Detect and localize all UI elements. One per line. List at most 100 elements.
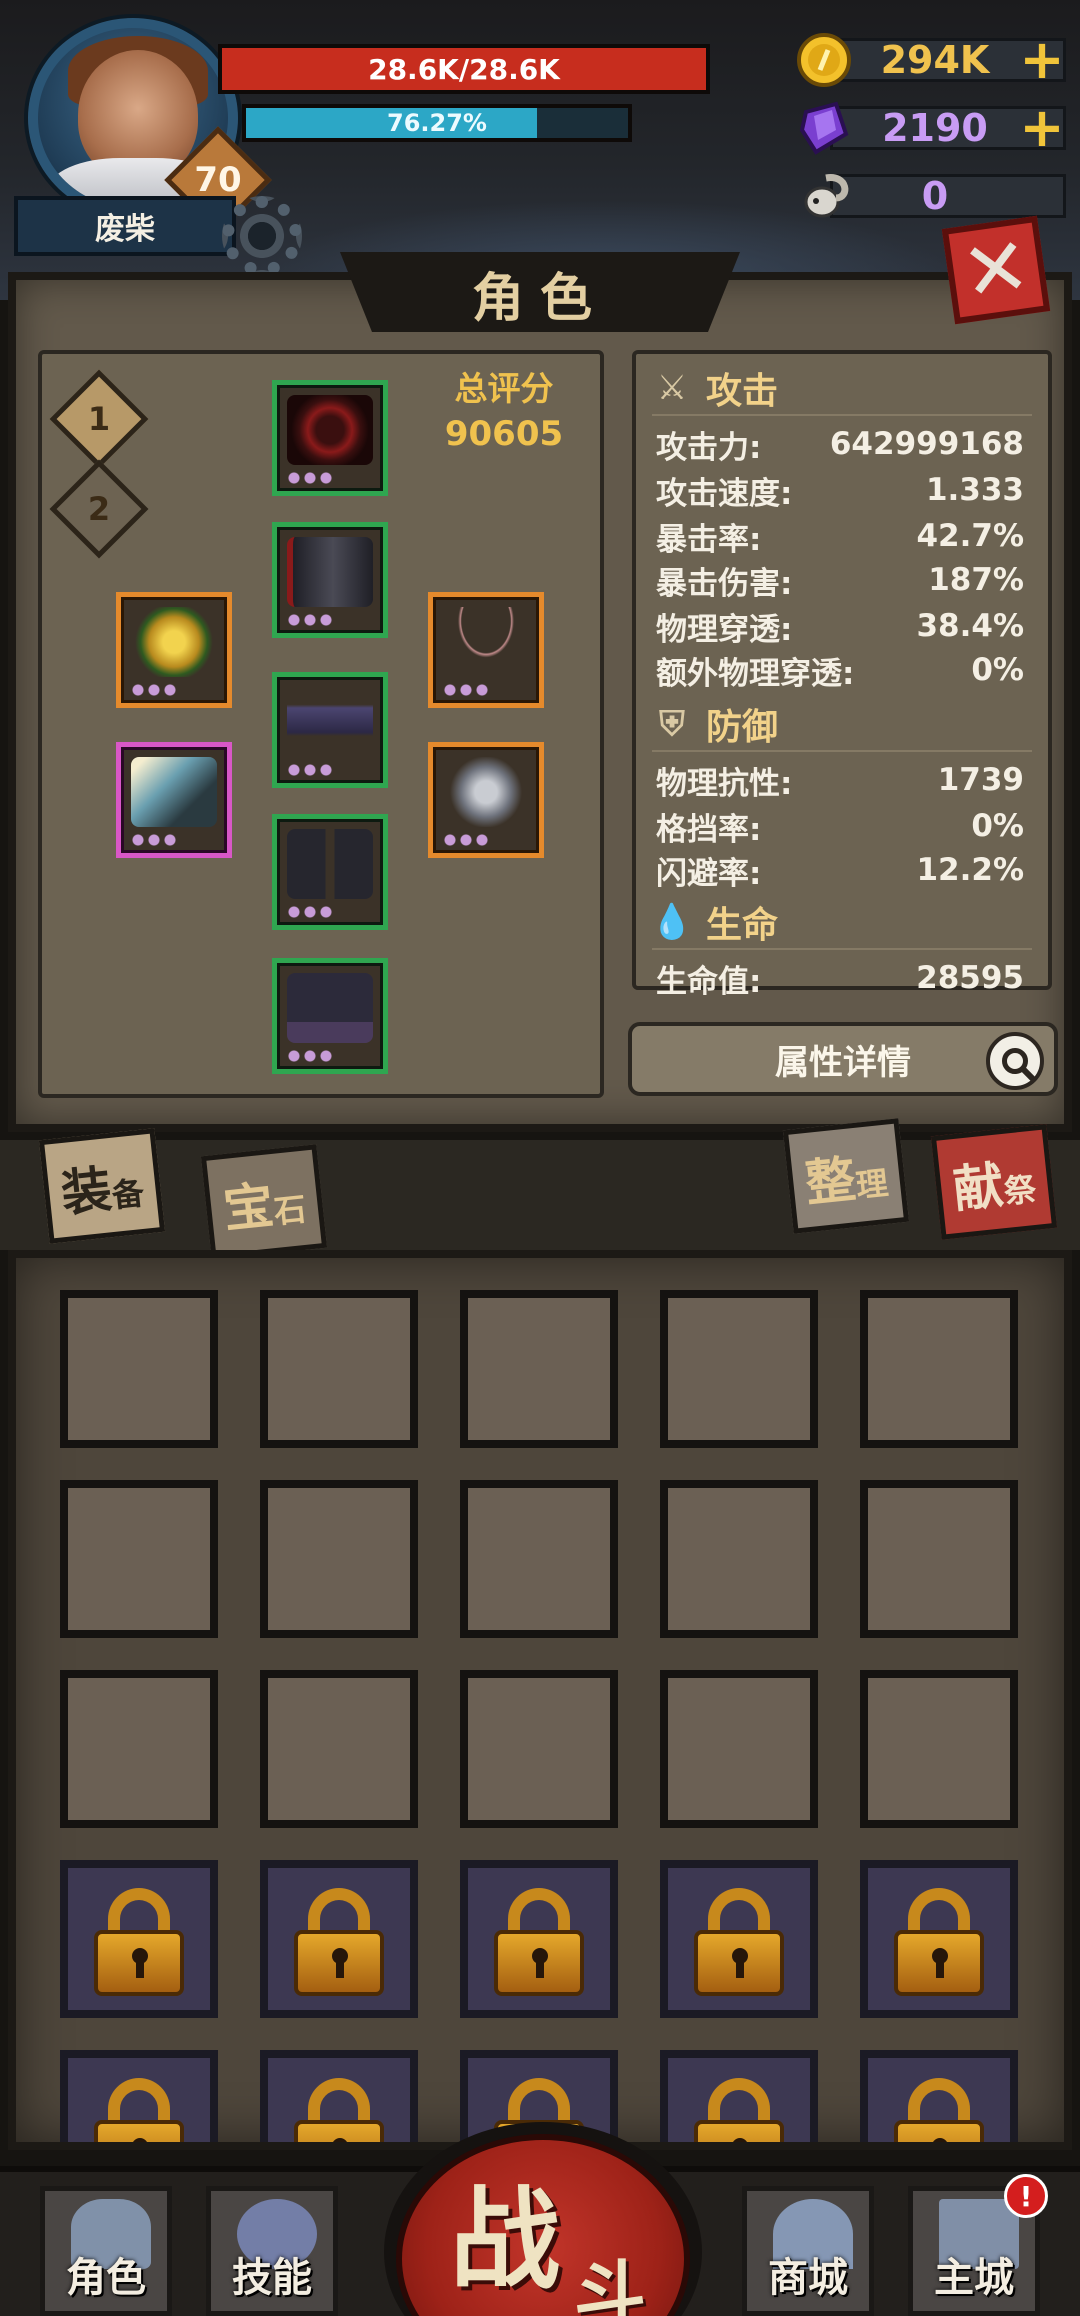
shield-icon: ⛨ [659, 704, 685, 744]
attack-section-header: ⚔ 攻击 [652, 362, 1032, 416]
boots-slot[interactable] [272, 958, 388, 1074]
dark-pants-item [287, 829, 373, 899]
inventory-slot[interactable] [460, 1290, 618, 1448]
xp-bar: 76.27% [242, 104, 632, 142]
magnifier-icon [986, 1032, 1044, 1090]
bead-necklace-item [443, 607, 529, 677]
tab-gems[interactable]: 宝石 [200, 1144, 328, 1260]
locked-inventory-slot[interactable] [60, 2050, 218, 2142]
stat-row: 攻击速度: 1.333 [656, 472, 1024, 512]
total-score-value: 90605 [444, 414, 564, 454]
inventory-slot[interactable] [660, 1290, 818, 1448]
stat-row: 额外物理穿透: 0% [656, 652, 1024, 692]
gold-amount: 294K [880, 38, 990, 82]
locked-inventory-slot[interactable] [260, 1860, 418, 2018]
padlock-icon [894, 1888, 984, 1998]
stat-row: 生命值: 28595 [656, 960, 1024, 1000]
crystal-amount: 2190 [882, 106, 988, 150]
player-name: 废柴 [14, 196, 236, 256]
inventory-tab-bar [0, 1140, 1080, 1250]
weapon-slot[interactable] [116, 742, 232, 858]
add-crystal-button[interactable]: + [1018, 101, 1066, 155]
nav-character[interactable]: 角色 [40, 2186, 172, 2316]
inventory-slot[interactable] [660, 1670, 818, 1828]
inventory-slot[interactable] [860, 1480, 1018, 1638]
stat-row: 暴击伤害: 187% [656, 562, 1024, 602]
sunflower-item [131, 607, 217, 677]
inventory-slot[interactable] [860, 1670, 1018, 1828]
inventory-slot[interactable] [260, 1290, 418, 1448]
inventory-slot[interactable] [460, 1670, 618, 1828]
necklace-slot[interactable] [428, 592, 544, 708]
stat-row: 格挡率: 0% [656, 808, 1024, 848]
attribute-details-button[interactable]: 属性详情 [628, 1022, 1058, 1096]
gloves-slot[interactable] [428, 742, 544, 858]
nav-shop[interactable]: 商城 [742, 2186, 874, 2316]
tab-equipment[interactable]: 装备 [38, 1128, 166, 1244]
stat-row: 物理抗性: 1739 [656, 762, 1024, 802]
belt-item [287, 687, 373, 757]
close-button[interactable]: ✕ [941, 215, 1051, 325]
crystal-currency: 2190 + [790, 100, 1080, 156]
amulet-left-slot[interactable] [116, 592, 232, 708]
padlock-icon [94, 1888, 184, 1998]
panel-title: 角色 [471, 268, 608, 329]
inventory-grid [8, 1250, 1072, 2150]
dark-coat-item [287, 537, 373, 607]
stat-row: 物理穿透: 38.4% [656, 608, 1024, 648]
stat-row: 攻击力: 642999168 [656, 426, 1024, 466]
inventory-slot[interactable] [260, 1670, 418, 1828]
purple-crystal-icon [799, 101, 849, 155]
nav-skills[interactable]: 技能 [206, 2186, 338, 2316]
helmet-slot[interactable] [272, 380, 388, 496]
locked-inventory-slot[interactable] [860, 2050, 1018, 2142]
stat-row: 闪避率: 12.2% [656, 852, 1024, 892]
armor-slot[interactable] [272, 522, 388, 638]
inventory-slot[interactable] [260, 1480, 418, 1638]
inventory-slot[interactable] [460, 1480, 618, 1638]
notification-badge: ! [1004, 2174, 1048, 2218]
blood-drop-icon: 💧 [650, 902, 694, 942]
sort-button[interactable]: 整理 [782, 1118, 910, 1234]
padlock-icon [294, 1888, 384, 1998]
sacrifice-button[interactable]: 献祭 [930, 1124, 1058, 1240]
settings-gear-icon[interactable] [222, 196, 302, 276]
close-icon: ✕ [956, 218, 1036, 321]
thorn-crown-item [287, 395, 373, 465]
locked-inventory-slot[interactable] [660, 2050, 818, 2142]
pants-slot[interactable] [272, 814, 388, 930]
locked-inventory-slot[interactable] [660, 1860, 818, 2018]
stat-row: 暴击率: 42.7% [656, 518, 1024, 558]
claw-gauntlet-item [443, 757, 529, 827]
inventory-slot[interactable] [60, 1480, 218, 1638]
inventory-slot[interactable] [60, 1670, 218, 1828]
crossed-swords-icon: ⚔ [656, 368, 688, 408]
life-section-header: 💧 生命 [650, 896, 1032, 950]
inventory-slot[interactable] [660, 1480, 818, 1638]
gold-coin-icon [797, 33, 851, 87]
total-score-label: 总评分 [454, 369, 554, 408]
inventory-slot[interactable] [860, 1290, 1018, 1448]
skull-amount: 0 [921, 174, 949, 218]
locked-inventory-slot[interactable] [60, 1860, 218, 2018]
padlock-icon [694, 2078, 784, 2142]
spear-weapon-item [131, 757, 217, 827]
locked-inventory-slot[interactable] [260, 2050, 418, 2142]
hp-bar: 28.6K/28.6K [218, 44, 710, 94]
inventory-slot[interactable] [60, 1290, 218, 1448]
boots-item [287, 973, 373, 1043]
ram-skull-icon [804, 174, 849, 218]
gold-currency: 294K + [790, 32, 1080, 88]
hp-text: 28.6K/28.6K [368, 52, 560, 86]
padlock-icon [294, 2078, 384, 2142]
locked-inventory-slot[interactable] [860, 1860, 1018, 2018]
belt-slot[interactable] [272, 672, 388, 788]
padlock-icon [494, 1888, 584, 1998]
add-gold-button[interactable]: + [1018, 33, 1066, 87]
padlock-icon [94, 2078, 184, 2142]
xp-text: 76.27% [387, 109, 487, 137]
padlock-icon [694, 1888, 784, 1998]
defense-section-header: ⛨ 防御 [652, 698, 1032, 752]
padlock-icon [894, 2078, 984, 2142]
locked-inventory-slot[interactable] [460, 1860, 618, 2018]
